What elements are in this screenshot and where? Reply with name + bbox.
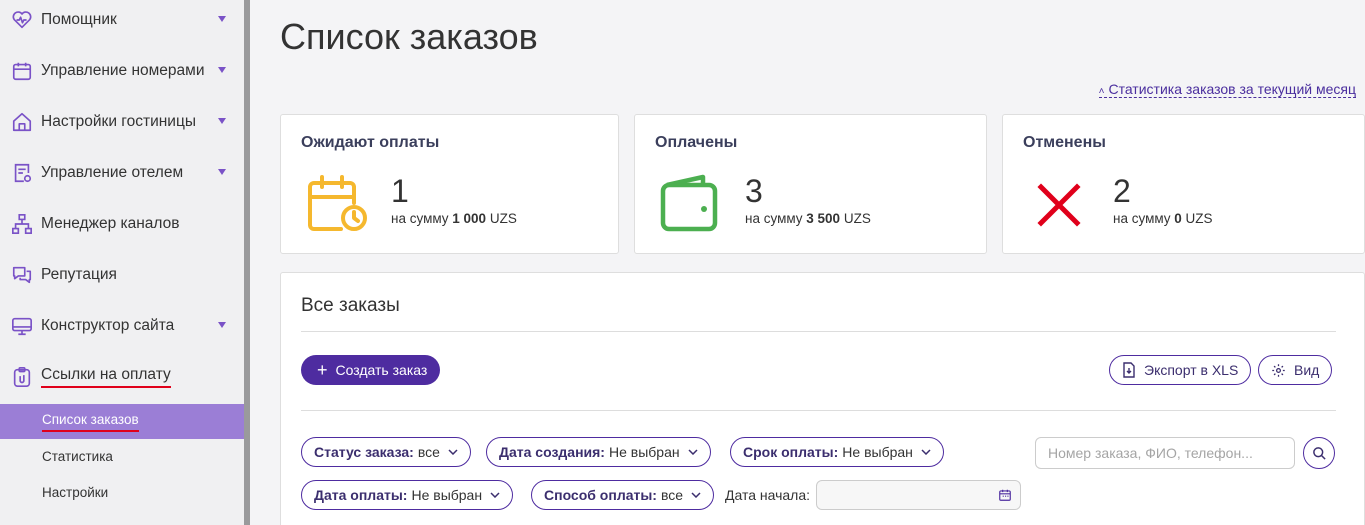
filter-value: Не выбран xyxy=(411,487,483,503)
sidebar-item-label: Менеджер каналов xyxy=(41,215,180,232)
filter-creation-date[interactable]: Дата создания: Не выбран xyxy=(486,437,711,467)
sidebar-item-label: Управление отелем xyxy=(41,164,184,181)
chevron-down-icon xyxy=(921,449,931,455)
sidebar-item-label: Помощник xyxy=(41,11,117,28)
chevron-down-icon xyxy=(218,118,226,124)
cross-icon xyxy=(1027,173,1091,235)
export-xls-label: Экспорт в XLS xyxy=(1144,362,1239,378)
sidebar-item-site-builder[interactable]: Конструктор сайта xyxy=(0,306,244,346)
sidebar-subitem-label: Статистика xyxy=(42,449,113,464)
heart-pulse-icon xyxy=(10,8,34,32)
search-button[interactable] xyxy=(1303,437,1335,469)
sidebar-item-label: Управление номерами xyxy=(41,62,205,79)
filter-payment-date[interactable]: Дата оплаты: Не выбран xyxy=(301,480,514,510)
filter-order-status[interactable]: Статус заказа: все xyxy=(301,437,471,467)
filter-value: все xyxy=(660,487,684,503)
sidebar-item-hotel-management[interactable]: Управление отелем xyxy=(0,153,244,193)
divider xyxy=(301,331,1336,332)
chat-bubbles-icon xyxy=(10,263,34,287)
orders-panel: Все заказы + Создать заказ Экспорт в XLS… xyxy=(280,272,1365,525)
sidebar-item-payment-links[interactable]: Ссылки на оплату xyxy=(0,357,244,397)
filter-value: Не выбран xyxy=(842,444,913,460)
calendar-icon xyxy=(999,489,1011,501)
home-icon xyxy=(10,110,34,134)
wallet-icon xyxy=(659,173,723,235)
filter-name: Статус заказа: xyxy=(314,444,414,460)
chevron-down-icon xyxy=(218,16,226,22)
chevron-down-icon xyxy=(448,449,458,455)
filter-payment-method[interactable]: Способ оплаты: все xyxy=(531,480,715,510)
paid-card: Оплачены 3 на сумму 3 500 UZS xyxy=(634,114,987,254)
view-label: Вид xyxy=(1294,362,1320,378)
filter-name: Способ оплаты: xyxy=(544,487,657,503)
view-button[interactable]: Вид xyxy=(1258,355,1333,385)
monthly-stats-link[interactable]: ˄ Статистика заказов за текущий месяц xyxy=(1098,81,1356,98)
awaiting-payment-card: Ожидают оплаты 1 на сумму 1 000 UZS xyxy=(280,114,619,254)
sidebar-subitem-settings[interactable]: Настройки xyxy=(0,475,244,510)
card-title: Ожидают оплаты xyxy=(301,134,440,151)
sitemap-icon xyxy=(10,212,34,236)
search-input[interactable] xyxy=(1035,437,1295,469)
main-content: Список заказов ˄ Статистика заказов за те… xyxy=(250,0,1365,525)
file-export-icon xyxy=(1123,362,1135,378)
filter-value: все xyxy=(417,444,440,460)
sidebar-subitem-label: Список заказов xyxy=(42,412,139,432)
divider xyxy=(301,410,1336,411)
chevron-up-icon: ˄ xyxy=(1098,86,1105,97)
card-count: 3 xyxy=(745,173,763,209)
search-icon xyxy=(1312,446,1326,460)
sidebar-item-label: Ссылки на оплату xyxy=(41,366,171,388)
filter-name: Срок оплаты: xyxy=(743,444,839,460)
sidebar-subitem-statistics[interactable]: Статистика xyxy=(0,439,244,474)
plus-icon: + xyxy=(317,360,328,380)
monthly-stats-label: Статистика заказов за текущий месяц xyxy=(1108,81,1356,97)
start-date-label: Дата начала: xyxy=(725,487,811,503)
gear-icon xyxy=(1272,363,1285,377)
card-sum: на сумму 3 500 UZS xyxy=(745,211,871,226)
page-title: Список заказов xyxy=(280,16,538,57)
chevron-down-icon xyxy=(688,449,698,455)
create-order-label: Создать заказ xyxy=(335,362,428,378)
filter-name: Дата оплаты: xyxy=(314,487,408,503)
sidebar: Помощник Управление номерами Настройки г… xyxy=(0,0,244,525)
card-sum: на сумму 0 UZS xyxy=(1113,211,1213,226)
export-xls-button[interactable]: Экспорт в XLS xyxy=(1109,355,1252,385)
chevron-down-icon xyxy=(490,492,500,498)
sidebar-item-label: Настройки гостиницы xyxy=(41,113,196,130)
panel-title: Все заказы xyxy=(301,295,400,316)
calendar-icon xyxy=(10,59,34,83)
sidebar-item-label: Конструктор сайта xyxy=(41,317,175,334)
monitor-icon xyxy=(10,314,34,338)
sidebar-item-assistant[interactable]: Помощник xyxy=(0,0,244,40)
filter-name: Дата создания: xyxy=(499,444,605,460)
card-title: Оплачены xyxy=(655,134,738,151)
filter-value: Не выбран xyxy=(608,444,680,460)
cancelled-card: Отменены 2 на сумму 0 UZS xyxy=(1002,114,1365,254)
clipboard-icon xyxy=(10,365,34,389)
chevron-down-icon xyxy=(218,322,226,328)
calendar-clock-icon xyxy=(305,173,369,235)
chevron-down-icon xyxy=(218,67,226,73)
filter-payment-due[interactable]: Срок оплаты: Не выбран xyxy=(730,437,944,467)
card-count: 2 xyxy=(1113,173,1131,209)
sidebar-subitem-orders-list[interactable]: Список заказов xyxy=(0,404,244,439)
card-title: Отменены xyxy=(1023,134,1106,151)
chevron-down-icon xyxy=(218,169,226,175)
sidebar-subitem-label: Настройки xyxy=(42,485,109,500)
sidebar-item-reputation[interactable]: Репутация xyxy=(0,255,244,295)
card-sum: на сумму 1 000 UZS xyxy=(391,211,517,226)
create-order-button[interactable]: + Создать заказ xyxy=(301,355,441,385)
sidebar-item-hotel-settings[interactable]: Настройки гостиницы xyxy=(0,102,244,142)
sidebar-item-channel-manager[interactable]: Менеджер каналов xyxy=(0,204,244,244)
settings-doc-icon xyxy=(10,161,34,185)
sidebar-item-rooms[interactable]: Управление номерами xyxy=(0,51,244,91)
sidebar-item-label: Репутация xyxy=(41,266,117,283)
start-date-input[interactable] xyxy=(816,480,1021,510)
card-count: 1 xyxy=(391,173,409,209)
chevron-down-icon xyxy=(691,492,701,498)
